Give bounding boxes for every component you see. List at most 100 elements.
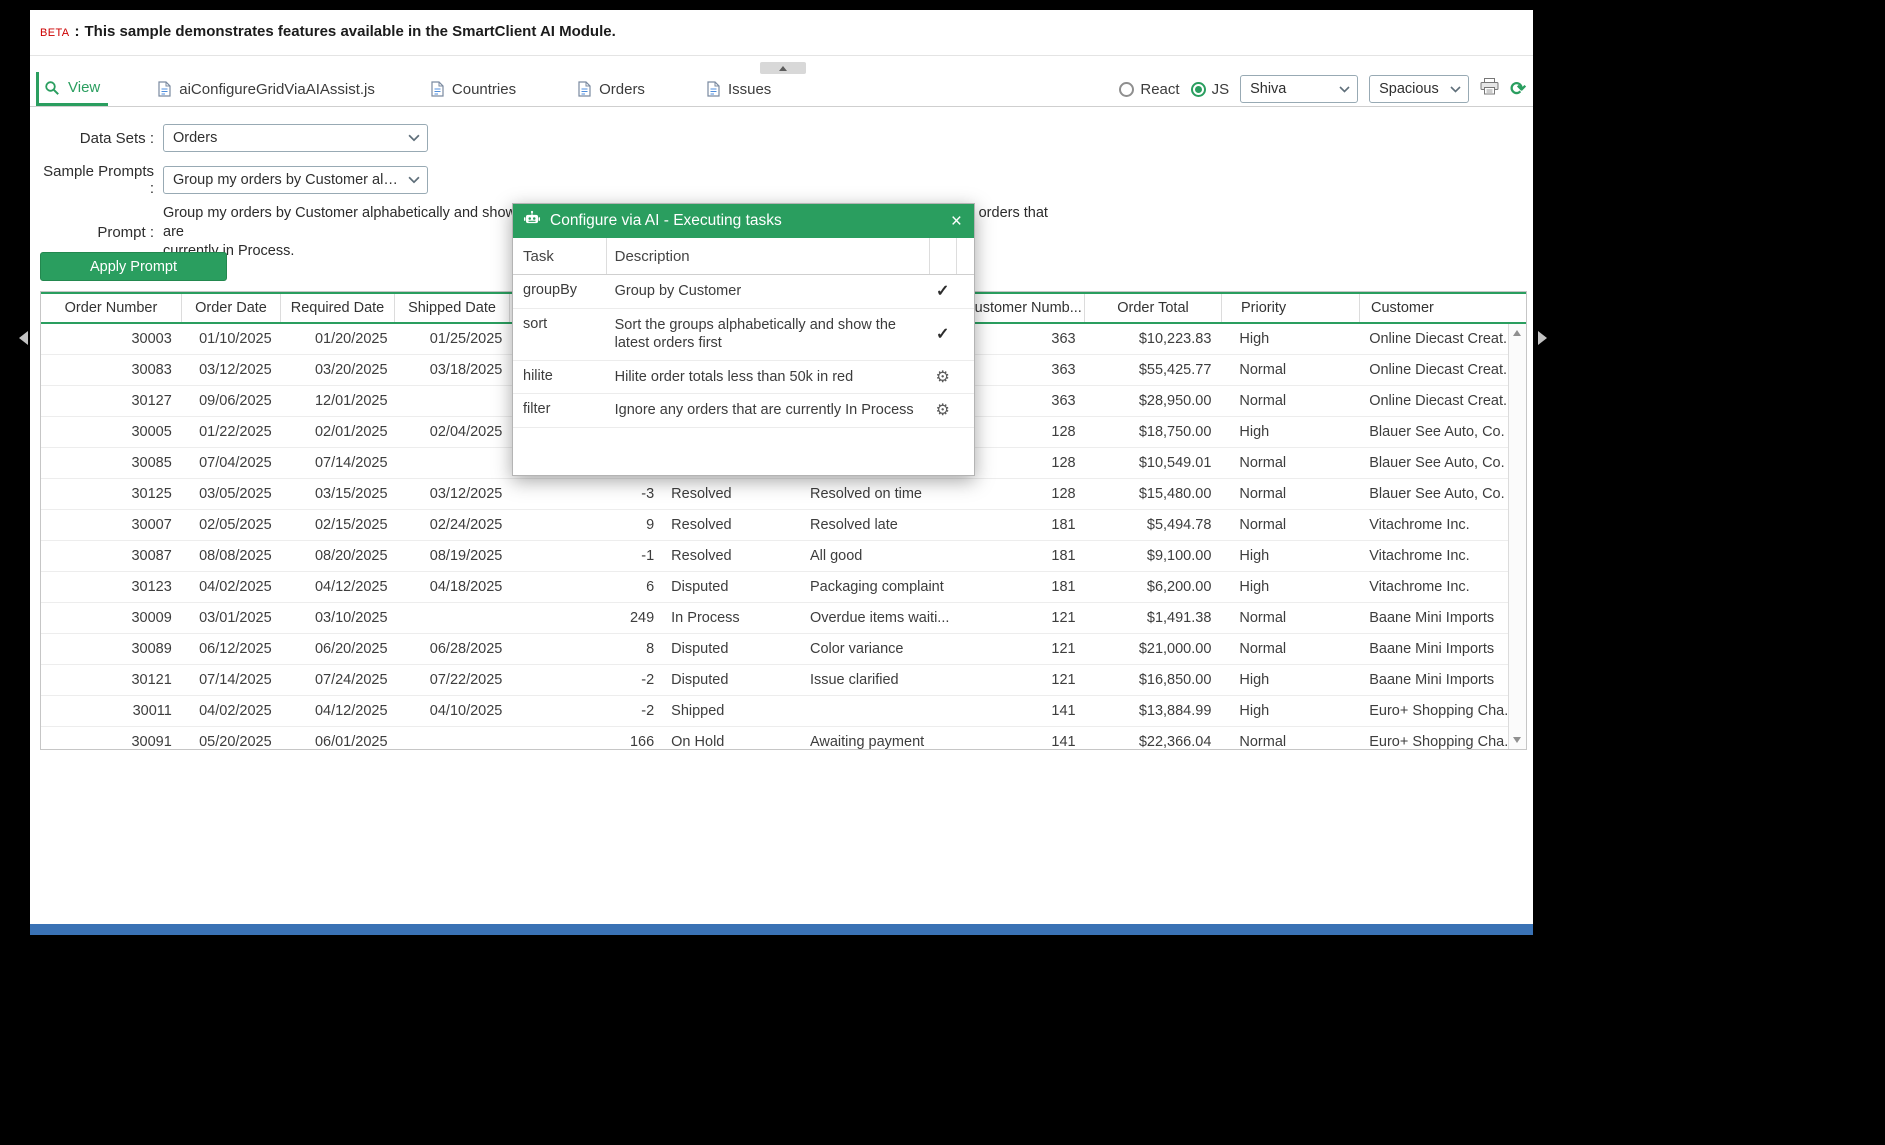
density-select[interactable]: Spacious — [1369, 75, 1470, 103]
sample-prompts-select[interactable]: Group my orders by Customer alphab... — [163, 166, 428, 194]
table-row[interactable]: 30007 02/05/2025 02/15/2025 02/24/2025 9 Reso… — [41, 510, 1509, 541]
chevron-down-icon — [1450, 81, 1461, 97]
chevron-up-icon — [779, 65, 787, 71]
tab-countries[interactable]: Countries — [423, 72, 524, 106]
cell-order-number: 30087 — [131, 548, 172, 564]
banner-divider — [30, 55, 1533, 56]
data-sets-select[interactable]: Orders — [163, 124, 428, 152]
table-row[interactable]: 30121 07/14/2025 07/24/2025 07/22/2025 -2 Dis… — [41, 665, 1509, 696]
cell-status: In Process — [671, 610, 740, 626]
cell-required-date: 07/24/2025 — [314, 672, 388, 688]
cell-order-number: 30083 — [131, 362, 172, 378]
tab-view[interactable]: View — [36, 72, 109, 106]
cell-order-date: 02/05/2025 — [199, 517, 272, 533]
tab-issues[interactable]: Issues — [699, 72, 779, 106]
cell-customer-number: 128 — [1051, 424, 1076, 440]
radio-icon — [1190, 81, 1206, 97]
cell-order-date: 03/12/2025 — [199, 362, 272, 378]
task-description: Ignore any orders that are currently In … — [614, 402, 914, 419]
table-row[interactable]: 30091 05/20/2025 06/01/2025 166 On Hold Await… — [41, 727, 1509, 749]
cell-customer: Blauer See Auto, Co. — [1369, 424, 1505, 440]
collapse-handle[interactable] — [760, 62, 806, 74]
task-row: groupBy Group by Customer ✓ — [513, 275, 974, 309]
sample-prompts-label: Sample Prompts : — [43, 163, 154, 197]
cell-status-note: All good — [809, 548, 863, 564]
scroll-left-arrow-icon[interactable] — [19, 331, 28, 345]
table-row[interactable]: 30009 03/01/2025 03/10/2025 249 In Process Ov… — [41, 603, 1509, 634]
cell-shipped-date: 07/22/2025 — [429, 672, 503, 688]
refresh-button[interactable]: ⟳ — [1510, 80, 1526, 99]
cell-order-number: 30009 — [131, 610, 172, 626]
cell-customer-number: 181 — [1051, 517, 1076, 533]
column-header-shipped-date[interactable]: Shipped Date — [395, 294, 510, 322]
cell-order-number: 30127 — [131, 393, 172, 409]
skin-select[interactable]: Shiva — [1240, 75, 1359, 103]
cell-order-total: $13,884.99 — [1138, 703, 1212, 719]
tab-source-file[interactable]: aiConfigureGridViaAIAssist.js — [150, 72, 383, 106]
tab-label: Countries — [451, 80, 517, 98]
table-row[interactable]: 30123 04/02/2025 04/12/2025 04/18/2025 6 Disp… — [41, 572, 1509, 603]
bottom-accent-bar — [30, 924, 1533, 935]
radio-js[interactable]: JS — [1190, 81, 1229, 98]
cell-required-date: 02/15/2025 — [314, 517, 388, 533]
cell-priority: Normal — [1239, 486, 1287, 502]
cell-days: 8 — [646, 641, 655, 657]
table-row[interactable]: 30011 04/02/2025 04/12/2025 04/10/2025 -2 Shi… — [41, 696, 1509, 727]
cell-order-total: $9,100.00 — [1146, 548, 1212, 564]
scroll-right-arrow-icon[interactable] — [1538, 331, 1547, 345]
cell-order-date: 03/01/2025 — [199, 610, 272, 626]
banner-separator: : — [74, 23, 80, 40]
cell-status: Resolved — [671, 486, 732, 502]
cell-priority: High — [1239, 331, 1270, 347]
cell-status-note: Color variance — [809, 641, 904, 657]
grid-vertical-scrollbar[interactable] — [1508, 324, 1526, 749]
cell-status-note — [794, 696, 961, 726]
cell-priority: High — [1239, 672, 1270, 688]
cell-days: -2 — [641, 703, 655, 719]
task-status: ✓ — [929, 309, 956, 360]
column-header-order-total[interactable]: Order Total — [1085, 294, 1222, 322]
table-row[interactable]: 30125 03/05/2025 03/15/2025 03/12/2025 -3 Res… — [41, 479, 1509, 510]
dialog-header[interactable]: Configure via AI - Executing tasks × — [513, 204, 974, 238]
task-name: sort — [523, 315, 548, 332]
cell-customer-number: 181 — [1051, 548, 1076, 564]
task-row-pad — [956, 361, 974, 394]
apply-prompt-button[interactable]: Apply Prompt — [40, 252, 227, 281]
cell-customer: Vitachrome Inc. — [1369, 548, 1470, 564]
cell-customer: Euro+ Shopping Cha... — [1369, 703, 1509, 719]
check-icon: ✓ — [935, 326, 950, 344]
cell-priority: Normal — [1239, 517, 1287, 533]
cell-status-note: Packaging complaint — [809, 579, 944, 595]
sync-icon: ⟳ — [1510, 78, 1526, 100]
scroll-up-icon[interactable] — [1513, 330, 1521, 336]
column-header-required-date[interactable]: Required Date — [281, 294, 395, 322]
sample-prompts-row: Sample Prompts : Group my orders by Cust… — [36, 163, 428, 197]
table-row[interactable]: 30089 06/12/2025 06/20/2025 06/28/2025 8 Disp… — [41, 634, 1509, 665]
tab-orders[interactable]: Orders — [570, 72, 653, 106]
cell-order-total: $18,750.00 — [1138, 424, 1212, 440]
task-name: hilite — [523, 367, 553, 384]
cell-order-number: 30003 — [131, 331, 172, 347]
close-icon[interactable]: × — [949, 212, 964, 231]
cell-order-date: 04/02/2025 — [199, 703, 272, 719]
column-header-order-number[interactable]: Order Number — [41, 294, 182, 322]
scroll-down-icon[interactable] — [1513, 737, 1521, 743]
cell-customer: Online Diecast Creat... — [1369, 393, 1509, 409]
task-table-header-pad — [956, 238, 974, 274]
print-button[interactable] — [1480, 78, 1499, 100]
table-row[interactable]: 30087 08/08/2025 08/20/2025 08/19/2025 -1 Res… — [41, 541, 1509, 572]
cell-required-date: 03/20/2025 — [314, 362, 388, 378]
radio-react[interactable]: React — [1119, 81, 1180, 98]
cell-status: Shipped — [671, 703, 725, 719]
cell-customer: Blauer See Auto, Co. — [1369, 486, 1505, 502]
cell-order-total: $5,494.78 — [1146, 517, 1212, 533]
column-header-order-date[interactable]: Order Date — [182, 294, 281, 322]
column-header-priority[interactable]: Priority — [1222, 294, 1360, 322]
cell-customer: Blauer See Auto, Co. — [1369, 455, 1505, 471]
cell-required-date: 01/20/2025 — [314, 331, 388, 347]
column-header-customer-number[interactable]: Customer Numb... — [962, 294, 1085, 322]
cell-order-number: 30011 — [132, 703, 172, 719]
cell-status-note: Resolved late — [809, 517, 898, 533]
tab-label: aiConfigureGridViaAIAssist.js — [179, 80, 375, 98]
column-header-customer[interactable]: Customer — [1360, 294, 1511, 322]
